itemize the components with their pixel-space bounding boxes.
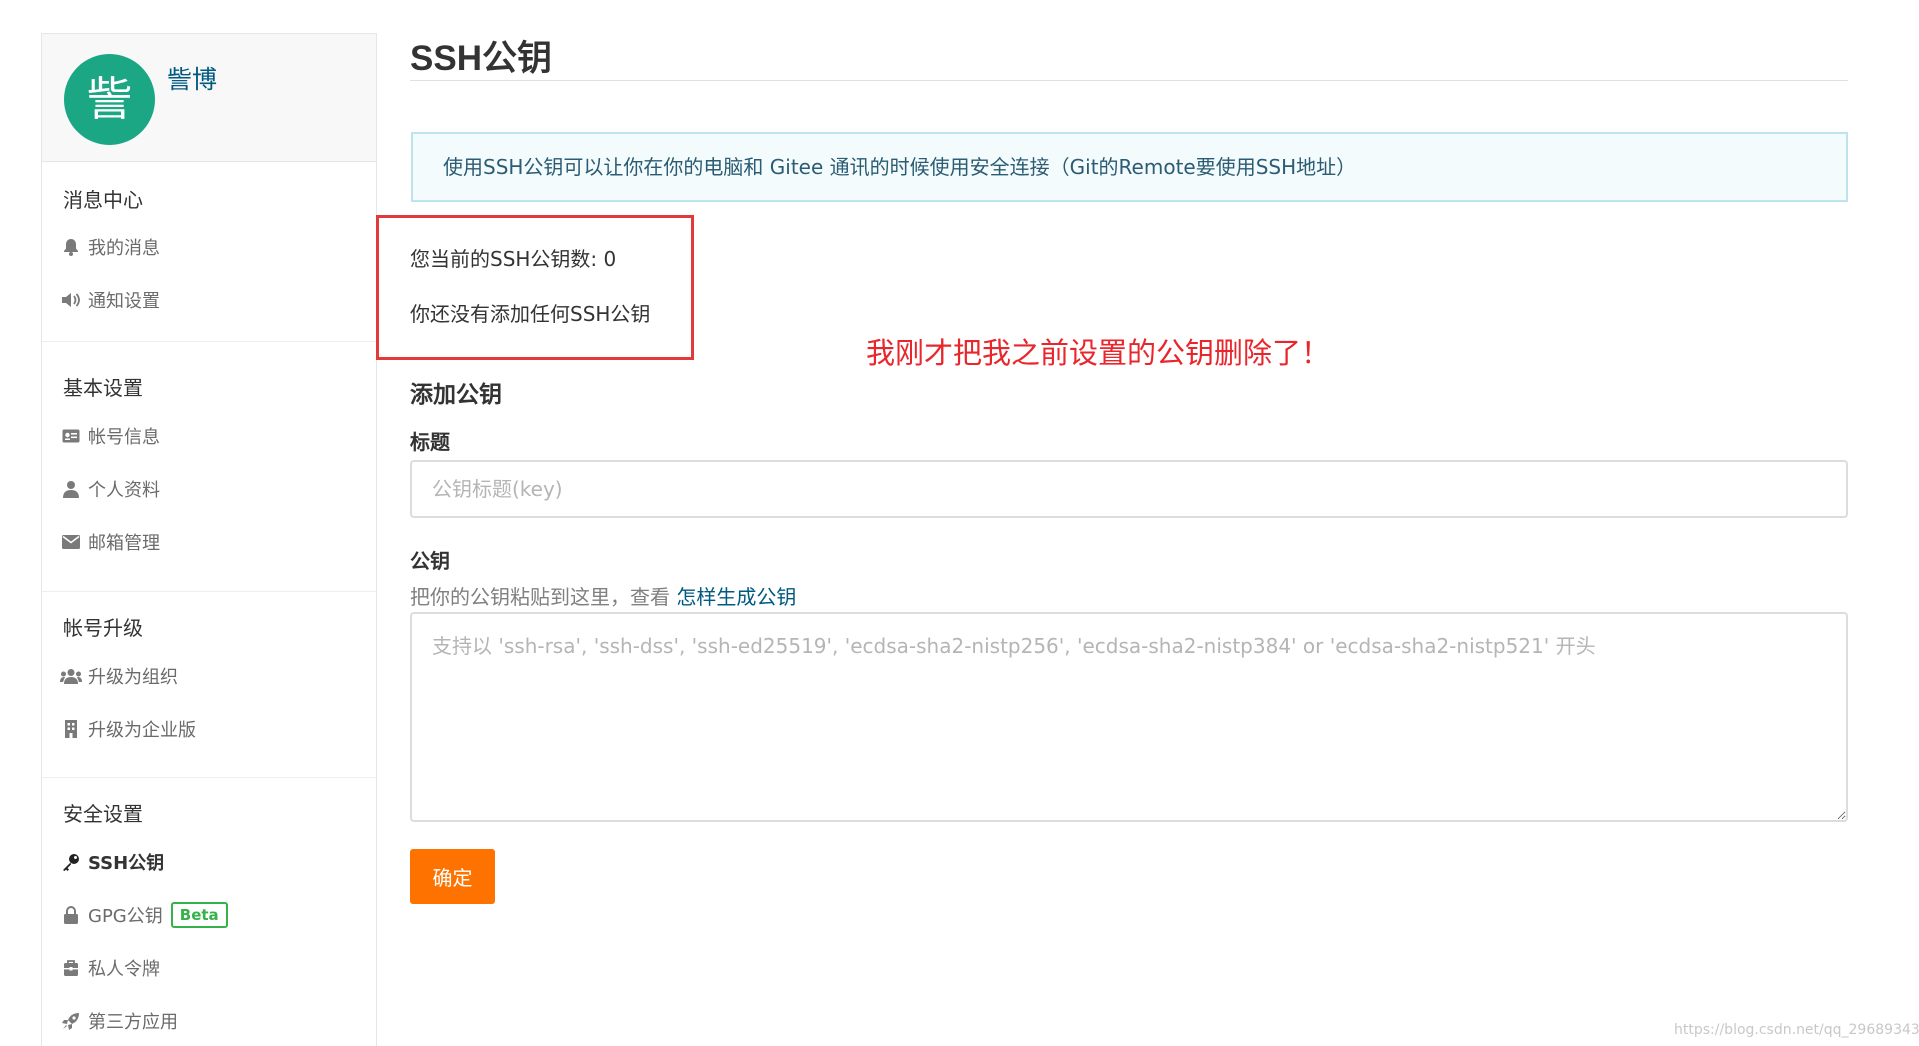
sidebar-item-account-info[interactable]: 帐号信息: [60, 421, 160, 451]
key-hint: 把你的公钥粘贴到这里，查看 怎样生成公钥: [410, 581, 796, 610]
section-title-security-settings: 安全设置: [63, 802, 143, 826]
sidebar-item-label: 升级为组织: [88, 667, 178, 688]
sidebar-item-email-management[interactable]: 邮箱管理: [60, 527, 160, 557]
beta-badge: Beta: [170, 902, 228, 928]
divider: [42, 591, 376, 592]
submit-button[interactable]: 确定: [410, 849, 495, 904]
add-key-heading: 添加公钥: [410, 382, 502, 408]
sidebar-item-my-messages[interactable]: 我的消息: [60, 232, 160, 262]
briefcase-icon: [60, 959, 82, 977]
sidebar-item-profile[interactable]: 个人资料: [60, 474, 160, 504]
sidebar-item-label: 私人令牌: [88, 959, 160, 980]
divider: [42, 777, 376, 778]
no-keys-message: 你还没有添加任何SSH公钥: [410, 302, 651, 326]
rocket-icon: [60, 1012, 82, 1030]
sidebar-item-label: 第三方应用: [88, 1012, 178, 1033]
annotation-text: 我刚才把我之前设置的公钥删除了！: [866, 336, 1331, 370]
key-title-input[interactable]: [410, 460, 1848, 518]
title-divider: [410, 80, 1848, 81]
key-field-label: 公钥: [410, 549, 450, 573]
divider: [42, 341, 376, 342]
section-title-account-upgrade: 帐号升级: [63, 616, 143, 640]
how-to-generate-key-link[interactable]: 怎样生成公钥: [676, 585, 796, 609]
sidebar-item-upgrade-enterprise[interactable]: 升级为企业版: [60, 714, 196, 744]
section-title-basic-settings: 基本设置: [63, 376, 143, 400]
info-alert: 使用SSH公钥可以让你在你的电脑和 Gitee 通讯的时候使用安全连接（Git的…: [411, 132, 1848, 202]
key-hint-text: 把你的公钥粘贴到这里，查看: [410, 585, 677, 609]
lock-icon: [60, 906, 82, 924]
sidebar-item-label: 邮箱管理: [88, 533, 160, 554]
sidebar-item-third-party-apps[interactable]: 第三方应用: [60, 1006, 178, 1036]
profile-header: 訾 訾博: [42, 34, 376, 162]
user-icon: [60, 480, 82, 498]
avatar[interactable]: 訾: [64, 54, 155, 145]
title-field-label: 标题: [410, 430, 450, 454]
key-icon: [60, 853, 82, 871]
envelope-icon: [60, 535, 82, 549]
username-link[interactable]: 訾博: [167, 60, 217, 96]
sidebar-item-label: 升级为企业版: [88, 720, 196, 741]
users-icon: [60, 668, 82, 684]
bell-icon: [60, 238, 82, 256]
sidebar-item-ssh-keys[interactable]: SSH公钥: [60, 847, 164, 877]
settings-sidebar: 訾 訾博 消息中心 我的消息 通知设置 基本设置 帐号信息 个人资料 邮箱管理: [41, 33, 377, 1046]
public-key-textarea[interactable]: [410, 612, 1848, 822]
building-icon: [60, 720, 82, 738]
sidebar-item-label: GPG公钥: [88, 906, 163, 927]
watermark: https://blog.csdn.net/qq_29689343: [1674, 1022, 1919, 1038]
sidebar-item-label: 个人资料: [88, 480, 160, 501]
id-card-icon: [60, 429, 82, 443]
section-title-messages: 消息中心: [63, 188, 143, 212]
sidebar-item-personal-tokens[interactable]: 私人令牌: [60, 953, 160, 983]
sidebar-item-label: 我的消息: [88, 238, 160, 259]
page-title: SSH公钥: [410, 39, 552, 78]
sidebar-item-gpg-keys[interactable]: GPG公钥 Beta: [60, 900, 228, 930]
sidebar-item-label: SSH公钥: [88, 853, 165, 874]
sidebar-item-upgrade-organization[interactable]: 升级为组织: [60, 661, 178, 691]
speaker-icon: [60, 292, 82, 308]
sidebar-item-label: 帐号信息: [88, 427, 160, 448]
sidebar-item-notification-settings[interactable]: 通知设置: [60, 285, 160, 315]
sidebar-item-label: 通知设置: [88, 291, 160, 312]
annotation-red-box: [376, 215, 694, 360]
ssh-key-count: 您当前的SSH公钥数: 0: [410, 247, 617, 271]
